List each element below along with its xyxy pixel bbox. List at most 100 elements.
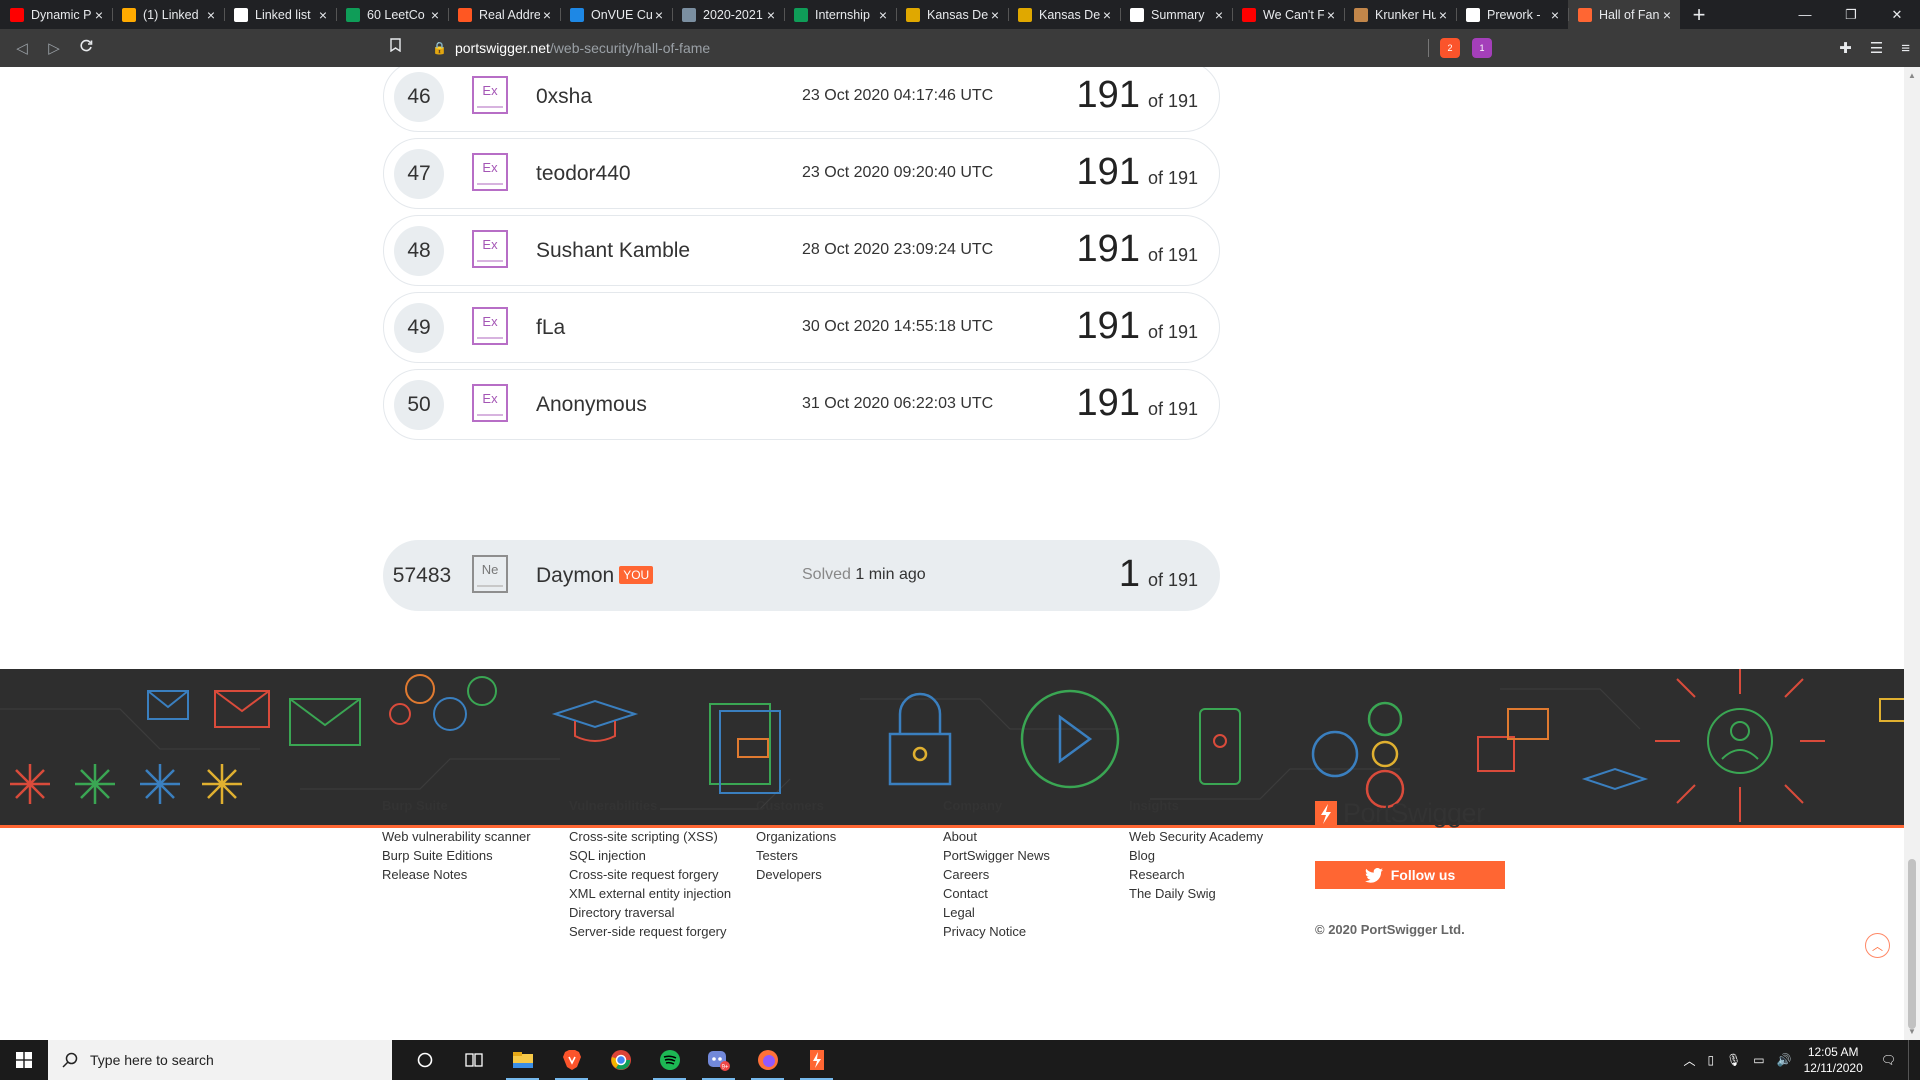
- tab-close-icon[interactable]: ×: [540, 7, 554, 23]
- tab-close-icon[interactable]: ×: [1212, 7, 1226, 23]
- tab-favicon-icon: [234, 7, 248, 22]
- tablet-icon[interactable]: ▯: [1707, 1053, 1714, 1067]
- browser-tab[interactable]: Internship ×: [784, 0, 896, 29]
- browser-tab[interactable]: Real Addre ×: [448, 0, 560, 29]
- close-window-button[interactable]: ✕: [1874, 0, 1920, 29]
- brave-rewards-icon[interactable]: 1: [1472, 38, 1492, 58]
- footer-link[interactable]: Legal: [943, 903, 1050, 922]
- browser-tab[interactable]: Kansas De ×: [896, 0, 1008, 29]
- tab-close-icon[interactable]: ×: [876, 7, 890, 23]
- tab-title: Dynamic P: [31, 7, 92, 22]
- browser-tab[interactable]: 2020-2021 ×: [672, 0, 784, 29]
- taskbar-search[interactable]: Type here to search: [48, 1040, 392, 1080]
- minimize-button[interactable]: —: [1782, 0, 1828, 29]
- browser-tab[interactable]: Hall of Fan ×: [1568, 0, 1680, 29]
- tab-close-icon[interactable]: ×: [652, 7, 666, 23]
- brave-shields-icon[interactable]: 2: [1440, 38, 1460, 58]
- footer-link[interactable]: PortSwigger News: [943, 846, 1050, 865]
- back-button[interactable]: ◁: [6, 39, 38, 57]
- bookmark-icon[interactable]: [390, 38, 401, 55]
- browser-tab[interactable]: Dynamic P ×: [0, 0, 112, 29]
- footer-link[interactable]: Organizations: [756, 827, 836, 846]
- footer-link[interactable]: Cross-site request forgery: [569, 865, 731, 884]
- notifications-icon[interactable]: 🗨: [1881, 1053, 1896, 1067]
- tab-close-icon[interactable]: ×: [428, 7, 442, 23]
- tab-close-icon[interactable]: ×: [988, 7, 1002, 23]
- follow-us-button[interactable]: Follow us: [1315, 861, 1505, 889]
- user-name: teodor440: [536, 162, 631, 185]
- tab-favicon-icon: [906, 7, 920, 22]
- footer-link[interactable]: Developers: [756, 865, 836, 884]
- footer-link[interactable]: Server-side request forgery: [569, 922, 731, 941]
- discord-icon[interactable]: 9+: [694, 1040, 743, 1080]
- back-to-top-button[interactable]: ︿: [1865, 933, 1890, 958]
- reload-button[interactable]: [70, 39, 102, 57]
- tab-close-icon[interactable]: ×: [1436, 7, 1450, 23]
- tab-close-icon[interactable]: ×: [1100, 7, 1114, 23]
- browser-tab[interactable]: 60 LeetCo ×: [336, 0, 448, 29]
- footer-link[interactable]: Directory traversal: [569, 903, 731, 922]
- scroll-down-arrow[interactable]: ▼: [1908, 1027, 1916, 1036]
- footer-link[interactable]: SQL injection: [569, 846, 731, 865]
- start-button[interactable]: [0, 1040, 48, 1080]
- tab-title: Kansas De: [927, 7, 988, 22]
- tab-close-icon[interactable]: ×: [92, 7, 106, 23]
- browser-tab[interactable]: (1) Linked ×: [112, 0, 224, 29]
- url-field[interactable]: 🔒 portswigger.net /web-security/hall-of-…: [432, 29, 710, 67]
- task-view-icon[interactable]: [449, 1040, 498, 1080]
- footer-link[interactable]: The Daily Swig: [1129, 884, 1263, 903]
- footer-link[interactable]: Cross-site scripting (XSS): [569, 827, 731, 846]
- page-scrollbar[interactable]: ▲ ▼: [1904, 67, 1920, 1040]
- footer-link[interactable]: Contact: [943, 884, 1050, 903]
- new-tab-button[interactable]: +: [1684, 2, 1714, 28]
- footer-link[interactable]: Web Security Academy: [1129, 827, 1263, 846]
- network-icon[interactable]: ▭: [1753, 1053, 1764, 1067]
- footer-link[interactable]: Web vulnerability scanner: [382, 827, 531, 846]
- browser-tab[interactable]: Linked list ×: [224, 0, 336, 29]
- footer-link[interactable]: Privacy Notice: [943, 922, 1050, 941]
- menu-icon[interactable]: ≡: [1901, 40, 1910, 57]
- browser-tab[interactable]: Krunker Hu ×: [1344, 0, 1456, 29]
- restore-button[interactable]: ❐: [1828, 0, 1874, 29]
- browser-tab[interactable]: Summary ×: [1120, 0, 1232, 29]
- score-value: 191: [1076, 305, 1140, 347]
- burp-suite-icon[interactable]: [792, 1040, 841, 1080]
- file-explorer-icon[interactable]: [498, 1040, 547, 1080]
- browser-tab[interactable]: Kansas De ×: [1008, 0, 1120, 29]
- footer-link[interactable]: About: [943, 827, 1050, 846]
- tab-close-icon[interactable]: ×: [204, 7, 218, 23]
- tab-close-icon[interactable]: ×: [1548, 7, 1562, 23]
- browser-tab[interactable]: We Can't F ×: [1232, 0, 1344, 29]
- footer-link[interactable]: XML external entity injection: [569, 884, 731, 903]
- forward-button[interactable]: ▷: [38, 39, 70, 57]
- tab-close-icon[interactable]: ×: [316, 7, 330, 23]
- footer-link[interactable]: Careers: [943, 865, 1050, 884]
- tab-close-icon[interactable]: ×: [764, 7, 778, 23]
- extensions-icon[interactable]: ✚: [1839, 39, 1852, 57]
- cortana-icon[interactable]: [400, 1040, 449, 1080]
- tab-close-icon[interactable]: ×: [1660, 7, 1674, 23]
- show-hidden-icons[interactable]: ︿: [1683, 1052, 1695, 1069]
- score-value: 1: [1118, 553, 1140, 595]
- footer-link[interactable]: Research: [1129, 865, 1263, 884]
- footer-link[interactable]: Release Notes: [382, 865, 531, 884]
- spotify-icon[interactable]: [645, 1040, 694, 1080]
- footer-link[interactable]: Burp Suite Editions: [382, 846, 531, 865]
- footer-link[interactable]: Blog: [1129, 846, 1263, 865]
- clock[interactable]: 12:05 AM 12/11/2020: [1804, 1044, 1863, 1076]
- portswigger-logo[interactable]: PortSwigger: [1315, 798, 1485, 829]
- browser-tab[interactable]: OnVUE Cu ×: [560, 0, 672, 29]
- firefox-icon[interactable]: [743, 1040, 792, 1080]
- tab-close-icon[interactable]: ×: [1324, 7, 1338, 23]
- microphone-icon[interactable]: 🎙: [1726, 1053, 1741, 1067]
- scroll-up-arrow[interactable]: ▲: [1908, 71, 1916, 80]
- footer-column-heading: Vulnerabilities: [569, 798, 658, 813]
- brave-browser-icon[interactable]: [547, 1040, 596, 1080]
- volume-icon[interactable]: 🔊: [1777, 1053, 1792, 1067]
- show-desktop-button[interactable]: [1908, 1040, 1912, 1080]
- scrollbar-thumb[interactable]: [1908, 859, 1916, 1029]
- footer-link[interactable]: Testers: [756, 846, 836, 865]
- media-controls-icon[interactable]: ☰: [1870, 39, 1883, 57]
- chrome-icon[interactable]: [596, 1040, 645, 1080]
- browser-tab[interactable]: Prework - ×: [1456, 0, 1568, 29]
